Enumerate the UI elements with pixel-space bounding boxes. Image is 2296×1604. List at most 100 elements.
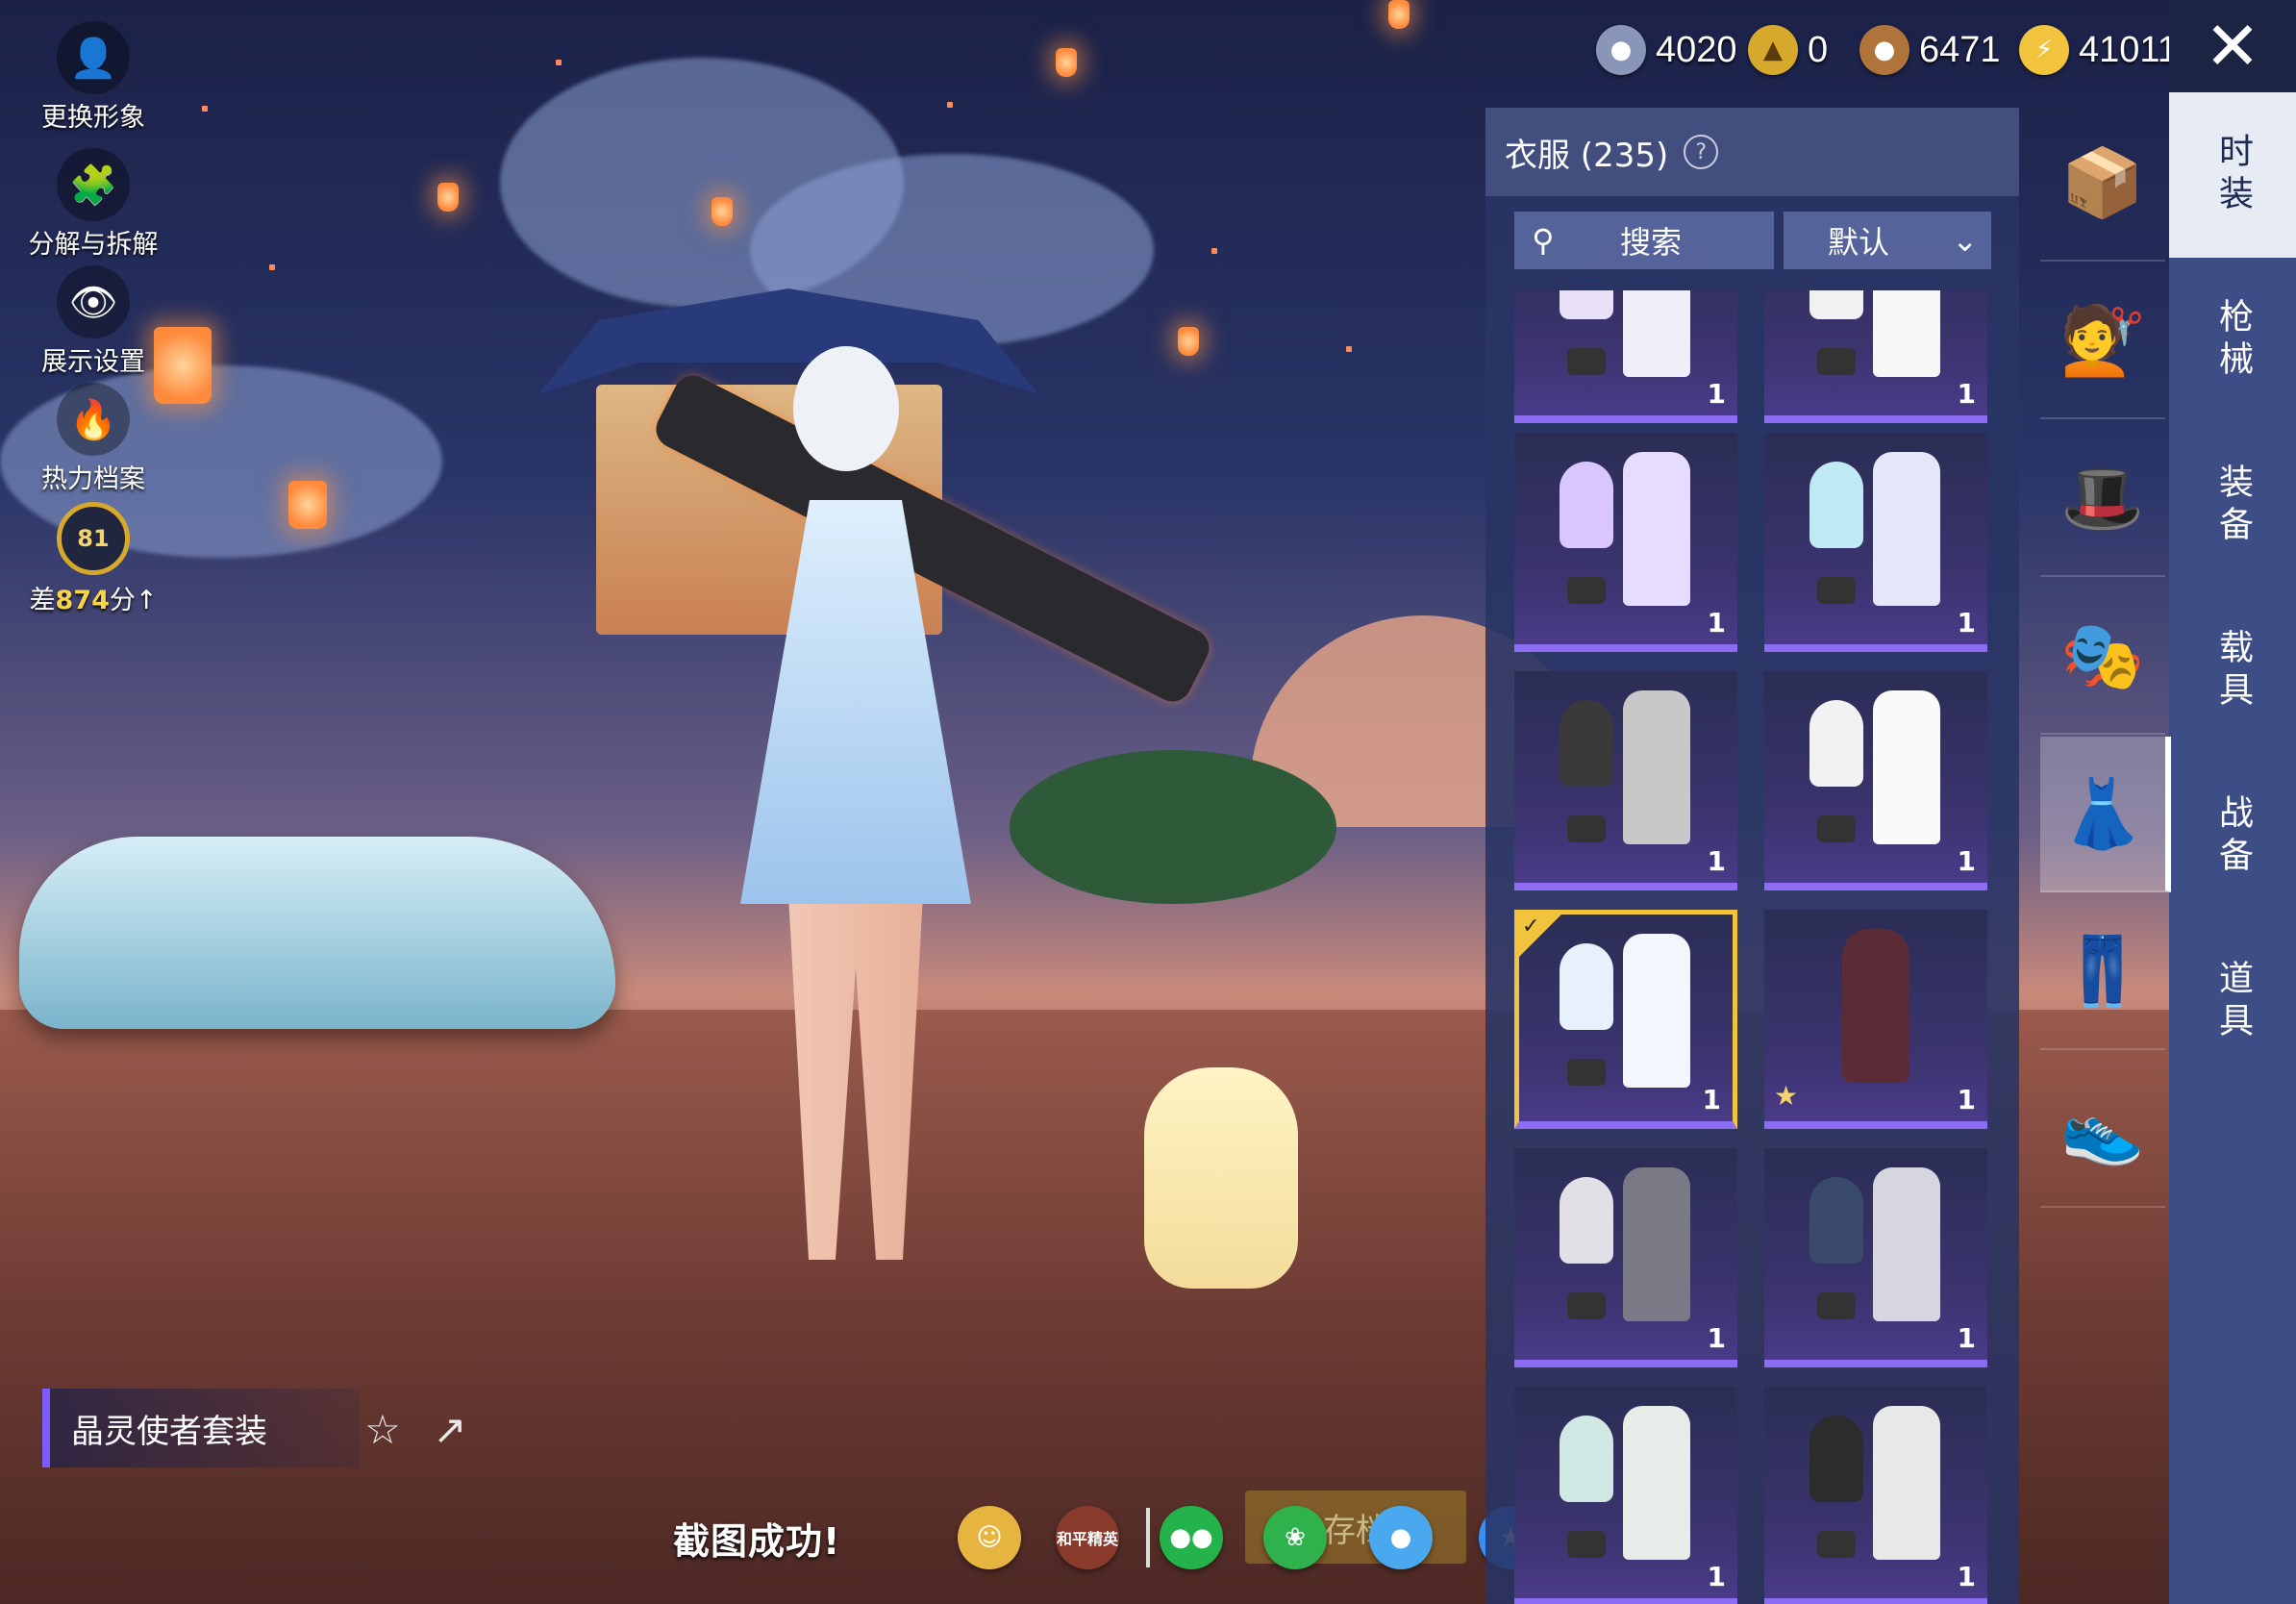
item-card[interactable]: 1 [1514, 1387, 1737, 1604]
currency-lightning: ⚡ 41011 [2019, 21, 2178, 79]
hat-icon[interactable]: 🎩 [2040, 421, 2165, 577]
rank-badge-icon: 81 [57, 502, 130, 575]
subcategory-column: 📦 💇 🎩 🎭 👗 👖 👟 [2040, 106, 2171, 1212]
item-card[interactable]: 1 [1764, 1387, 1987, 1604]
panel-title: 衣服 (235) [1505, 136, 1669, 175]
item-card[interactable]: 1 [1514, 671, 1737, 890]
outfit-name-bar: 晶灵使者套装 [42, 1389, 360, 1467]
currency-silver-value: 4020 [1656, 29, 1737, 70]
help-icon[interactable]: ? [1684, 135, 1719, 169]
search-button[interactable]: ⚲ 搜索 [1514, 212, 1774, 269]
change-avatar-label: 更换形象 [41, 103, 145, 133]
outfit-icon[interactable]: 👗 [2040, 737, 2171, 892]
heat-archive-button[interactable]: 🔥 热力档案 [21, 383, 165, 495]
category-tabs: 时装 枪械 装备 载具 战备 道具 [2169, 92, 2296, 1604]
item-quantity: 1 [1957, 378, 1976, 410]
mask-icon[interactable]: 🎭 [2040, 579, 2165, 735]
screenshot-toast: 截图成功! [673, 1520, 841, 1563]
item-quantity: 1 [1957, 607, 1976, 639]
item-quantity: 1 [1702, 1084, 1721, 1115]
item-card[interactable]: ★ 1 [1764, 910, 1987, 1129]
currency-bronze-value: 6471 [1919, 29, 2001, 70]
tab-fashion[interactable]: 时装 [2169, 92, 2296, 258]
item-card-selected[interactable]: ✓ 1 [1514, 910, 1737, 1129]
tab-guns[interactable]: 枪械 [2169, 258, 2296, 423]
search-icon: ⚲ [1532, 222, 1555, 259]
hair-icon[interactable]: 💇 [2040, 263, 2165, 419]
person-icon: 👤 [57, 21, 130, 94]
item-quantity: 1 [1707, 1561, 1726, 1592]
rank-progress: 差874分↑ [29, 586, 158, 615]
item-quantity: 1 [1957, 845, 1976, 877]
tab-equipment[interactable]: 装备 [2169, 423, 2296, 589]
shoes-icon[interactable]: 👟 [2040, 1052, 2165, 1208]
all-box-icon[interactable]: 📦 [2040, 106, 2165, 262]
item-quantity: 1 [1707, 607, 1726, 639]
sky-lantern [288, 481, 327, 529]
item-card[interactable]: 1 [1514, 1148, 1737, 1367]
sort-dropdown[interactable]: 默认 ⌄ [1784, 212, 1991, 269]
item-quantity: 1 [1707, 378, 1726, 410]
bonsai-tree [1010, 750, 1336, 904]
qq-icon[interactable]: ● [1369, 1506, 1433, 1569]
arrow-up-icon: ↑ [135, 586, 158, 615]
player-character[interactable] [702, 346, 990, 1269]
item-quantity: 1 [1707, 845, 1726, 877]
favorite-star-icon[interactable]: ☆ [356, 1402, 410, 1456]
decompose-button[interactable]: 🧩 分解与拆解 [21, 148, 165, 261]
avatar-badge-icon: ★ [1774, 1080, 1799, 1112]
sky-lantern [1178, 327, 1199, 356]
pet-companion[interactable] [1144, 1067, 1298, 1289]
item-quantity: 1 [1957, 1322, 1976, 1354]
wechat-icon[interactable]: ●● [1160, 1506, 1223, 1569]
currency-gold: ▲ 0 [1748, 21, 1828, 79]
item-card[interactable]: 1 [1514, 433, 1737, 652]
tab-readiness[interactable]: 战备 [2169, 754, 2296, 919]
item-quantity: 1 [1957, 1084, 1976, 1115]
tab-vehicles[interactable]: 载具 [2169, 589, 2296, 754]
gold-token-icon: ▲ [1748, 25, 1798, 75]
eye-icon: 👁 [57, 265, 130, 338]
share-arrow-icon[interactable]: ↗ [423, 1402, 477, 1456]
moments-icon[interactable]: ❀ [1263, 1506, 1327, 1569]
friend-share-icon[interactable]: ☺ [958, 1506, 1021, 1569]
tab-props[interactable]: 道具 [2169, 919, 2296, 1085]
item-card[interactable]: 1 [1764, 290, 1987, 423]
display-settings-button[interactable]: 👁 展示设置 [21, 265, 165, 378]
change-avatar-button[interactable]: 👤 更换形象 [21, 21, 165, 134]
item-card[interactable]: 1 [1764, 1148, 1987, 1367]
puzzle-icon: 🧩 [57, 148, 130, 221]
close-icon[interactable]: ✕ [2169, 0, 2296, 92]
outfit-name: 晶灵使者套装 [71, 1412, 267, 1451]
item-quantity: 1 [1707, 1322, 1726, 1354]
lightning-coin-icon: ⚡ [2019, 25, 2069, 75]
pants-icon[interactable]: 👖 [2040, 894, 2165, 1050]
item-quantity: 1 [1957, 1561, 1976, 1592]
bronze-coin-icon: ● [1859, 25, 1909, 75]
sky-lantern [1388, 0, 1410, 29]
sky-lantern [437, 183, 459, 212]
vehicle-showcase [19, 837, 615, 1029]
currency-gold-value: 0 [1808, 29, 1829, 70]
decompose-label: 分解与拆解 [28, 230, 159, 260]
item-card[interactable]: 1 [1514, 290, 1737, 423]
item-card[interactable]: 1 [1764, 433, 1987, 652]
currency-lightning-value: 41011 [2079, 29, 2178, 70]
game-logo-icon[interactable]: 和平精英 [1056, 1506, 1119, 1569]
currency-bronze: ● 6471 [1859, 21, 2001, 79]
sky-lantern [711, 197, 733, 226]
clothes-panel: 衣服 (235) ? ⚲ 搜索 默认 ⌄ 1 1 1 1 1 1 ✓ 1 ★ 1… [1485, 108, 2019, 1604]
heat-archive-label: 热力档案 [41, 464, 145, 494]
chevron-down-icon: ⌄ [1952, 222, 1978, 259]
item-grid: 1 1 1 1 1 1 ✓ 1 ★ 1 1 1 1 1 [1514, 290, 1995, 1604]
rank-badge-button[interactable]: 81 差874分↑ [21, 502, 165, 616]
sort-label: 默认 [1828, 224, 1890, 261]
currency-silver: ● 4020 [1596, 21, 1737, 79]
silver-coin-icon: ● [1596, 25, 1646, 75]
panel-header: 衣服 (235) ? [1485, 108, 2019, 196]
flame-icon: 🔥 [57, 383, 130, 456]
item-card[interactable]: 1 [1764, 671, 1987, 890]
share-divider [1146, 1508, 1150, 1567]
search-label: 搜索 [1620, 224, 1683, 261]
display-settings-label: 展示设置 [41, 347, 145, 377]
